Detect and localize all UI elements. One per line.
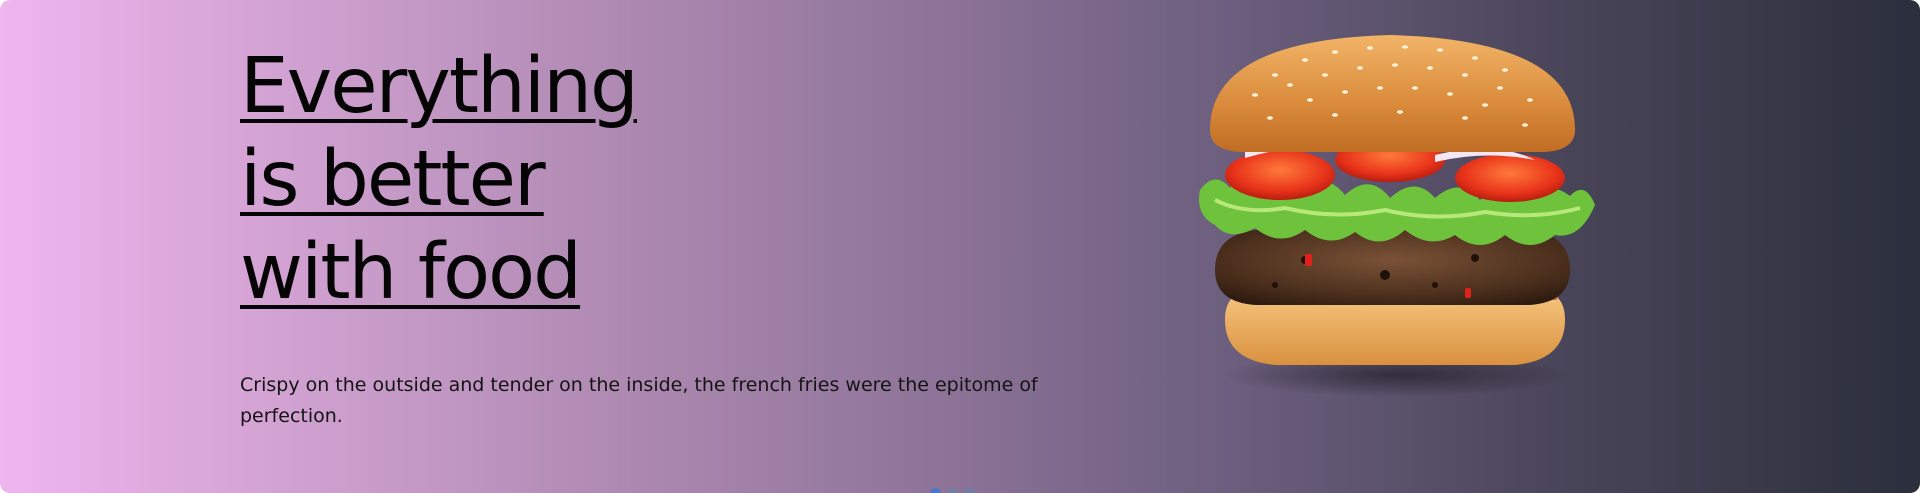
carousel-dot-2[interactable] [947, 488, 958, 493]
hero-headline[interactable]: Everything is better with food [240, 40, 760, 319]
hero-banner: Everything is better with food Crispy on… [0, 0, 1920, 493]
hero-headline-link[interactable]: Everything is better with food [240, 40, 760, 319]
carousel-dot-3[interactable] [964, 488, 975, 493]
headline-line-1: Everything [240, 42, 639, 131]
burger-image [1199, 35, 1595, 397]
hero-tagline: Crispy on the outside and tender on the … [240, 374, 1038, 427]
headline-line-3: with food [240, 228, 582, 317]
headline-line-2: is better [240, 135, 546, 224]
carousel-indicators [930, 488, 975, 493]
carousel-dot-1[interactable] [930, 488, 941, 493]
